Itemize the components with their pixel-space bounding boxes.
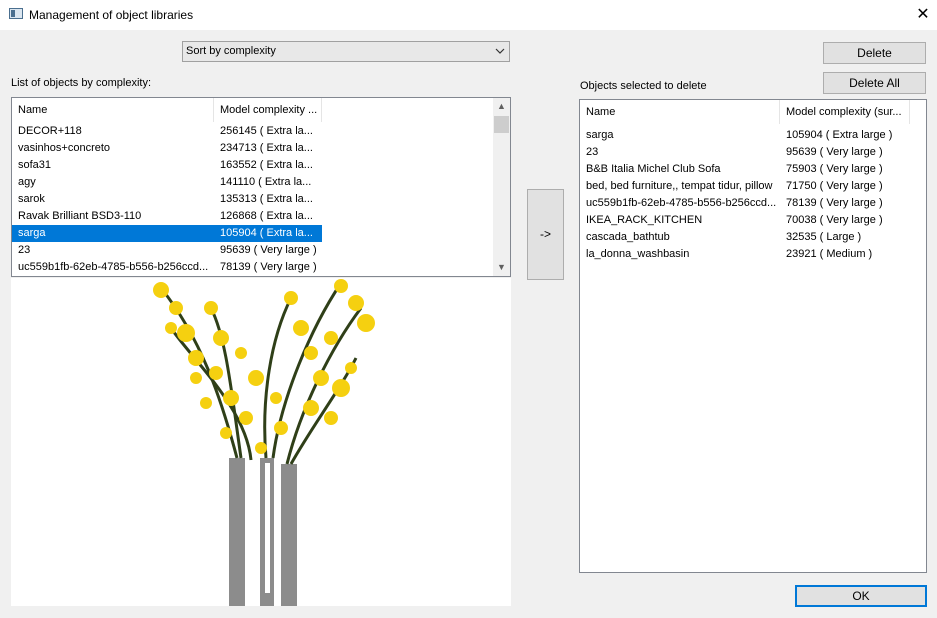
list-item[interactable]: cascada_bathtub 32535 ( Large ) — [580, 229, 910, 246]
scroll-down-icon[interactable]: ▼ — [493, 259, 510, 276]
list-item-complexity: 95639 ( Very large ) — [220, 244, 317, 256]
list-item-complexity: 78139 ( Very large ) — [786, 197, 883, 209]
list-item-complexity: 105904 ( Extra large ) — [786, 129, 893, 141]
vase-highlight — [265, 463, 270, 593]
list-item-complexity: 135313 ( Extra la... — [220, 193, 313, 205]
list-item-name: DECOR+118 — [18, 125, 82, 137]
list-item-complexity: 105904 ( Extra la... — [220, 227, 313, 239]
close-icon[interactable]: ✕ — [910, 2, 936, 28]
list-item-name: 23 — [586, 146, 599, 158]
column-header-complexity[interactable]: Model complexity ... — [214, 98, 322, 122]
list-item-complexity: 71750 ( Very large ) — [786, 180, 883, 192]
list-item-complexity: 23921 ( Medium ) — [786, 248, 873, 260]
ok-button[interactable]: OK — [795, 585, 927, 607]
list-item-name: vasinhos+concreto — [18, 142, 111, 154]
list-item[interactable]: sarok 135313 ( Extra la... — [12, 191, 322, 208]
list-item-name: uc559b1fb-62eb-4785-b556-b256ccd... — [586, 197, 777, 209]
list-item-name: sarga — [18, 227, 46, 239]
list-item-complexity: 78139 ( Very large ) — [220, 261, 317, 273]
list-item-complexity: 95639 ( Very large ) — [786, 146, 883, 158]
list-item-name: B&B Italia Michel Club Sofa — [586, 163, 721, 175]
sort-dropdown-value: Sort by complexity — [186, 45, 276, 57]
list-item-name: 23 — [18, 244, 31, 256]
list-item[interactable]: uc559b1fb-62eb-4785-b556-b256ccd... 78139… — [12, 259, 322, 276]
list-item-name: la_donna_washbasin — [586, 248, 690, 260]
list-item-complexity: 75903 ( Very large ) — [786, 163, 883, 175]
sort-dropdown[interactable]: Sort by complexity — [182, 41, 510, 62]
object-preview — [11, 278, 511, 606]
selected-to-delete-list[interactable]: Name Model complexity (sur... sarga 10590… — [579, 99, 927, 573]
list-item-complexity: 234713 ( Extra la... — [220, 142, 313, 154]
list-item-name: Ravak Brilliant BSD3-110 — [18, 210, 142, 222]
list-item[interactable]: la_donna_washbasin 23921 ( Medium ) — [580, 246, 910, 263]
list-item[interactable]: B&B Italia Michel Club Sofa 75903 ( Very … — [580, 161, 910, 178]
list-item[interactable]: IKEA_RACK_KITCHEN 70038 ( Very large ) — [580, 212, 910, 229]
delete-all-button[interactable]: Delete All — [823, 72, 926, 94]
list-item[interactable]: sarga 105904 ( Extra la... — [12, 225, 322, 242]
list-item[interactable]: agy 141110 ( Extra la... — [12, 174, 322, 191]
list-item-name: sarga — [586, 129, 614, 141]
list-item-name: cascada_bathtub — [586, 231, 670, 243]
list-item[interactable]: bed, bed furniture,, tempat tidur, pillo… — [580, 178, 910, 195]
list-item-name: sofa31 — [18, 159, 52, 171]
list-item-complexity: 141110 ( Extra la... — [220, 176, 312, 188]
left-list-label: List of objects by complexity: — [11, 77, 152, 89]
column-header-complexity[interactable]: Model complexity (sur... — [780, 100, 910, 124]
list-item-name: uc559b1fb-62eb-4785-b556-b256ccd... — [18, 261, 209, 273]
list-item-complexity: 32535 ( Large ) — [786, 231, 862, 243]
list-item[interactable]: 23 95639 ( Very large ) — [580, 144, 910, 161]
list-item[interactable]: vasinhos+concreto 234713 ( Extra la... — [12, 140, 322, 157]
right-list-label: Objects selected to delete — [580, 80, 707, 92]
flower-vase-preview-image — [153, 279, 375, 606]
objects-list[interactable]: Name Model complexity ... DECOR+118 25614… — [11, 97, 511, 277]
scroll-thumb[interactable] — [494, 116, 509, 133]
list-item[interactable]: DECOR+118 256145 ( Extra la... — [12, 123, 322, 140]
list-item[interactable]: sofa31 163552 ( Extra la... — [12, 157, 322, 174]
title-bar: Management of object libraries ✕ — [0, 0, 937, 30]
column-header-name[interactable]: Name — [580, 100, 780, 124]
list-item-complexity: 70038 ( Very large ) — [786, 214, 883, 226]
list-item-complexity: 256145 ( Extra la... — [220, 125, 313, 137]
move-to-delete-button[interactable]: -> — [527, 189, 564, 280]
app-window-icon — [9, 8, 23, 19]
list-item-name: IKEA_RACK_KITCHEN — [586, 214, 703, 226]
chevron-down-icon — [495, 48, 505, 54]
list-item-name: bed, bed furniture,, tempat tidur, pillo… — [586, 180, 773, 192]
list-item-name: agy — [18, 176, 36, 188]
list-item[interactable]: uc559b1fb-62eb-4785-b556-b256ccd... 78139… — [580, 195, 910, 212]
list-item[interactable]: 23 95639 ( Very large ) — [12, 242, 322, 259]
list-item-complexity: 126868 ( Extra la... — [220, 210, 313, 222]
list-item[interactable]: Ravak Brilliant BSD3-110 126868 ( Extra l… — [12, 208, 322, 225]
column-header-name[interactable]: Name — [12, 98, 214, 122]
list-item-name: sarok — [18, 193, 45, 205]
objects-list-scrollbar[interactable]: ▲ ▼ — [493, 98, 510, 276]
window-title: Management of object libraries — [29, 8, 194, 22]
vase-right — [281, 464, 297, 606]
list-item[interactable]: sarga 105904 ( Extra large ) — [580, 127, 910, 144]
vase-left — [229, 458, 245, 606]
delete-button[interactable]: Delete — [823, 42, 926, 64]
scroll-up-icon[interactable]: ▲ — [493, 98, 510, 115]
list-item-complexity: 163552 ( Extra la... — [220, 159, 313, 171]
